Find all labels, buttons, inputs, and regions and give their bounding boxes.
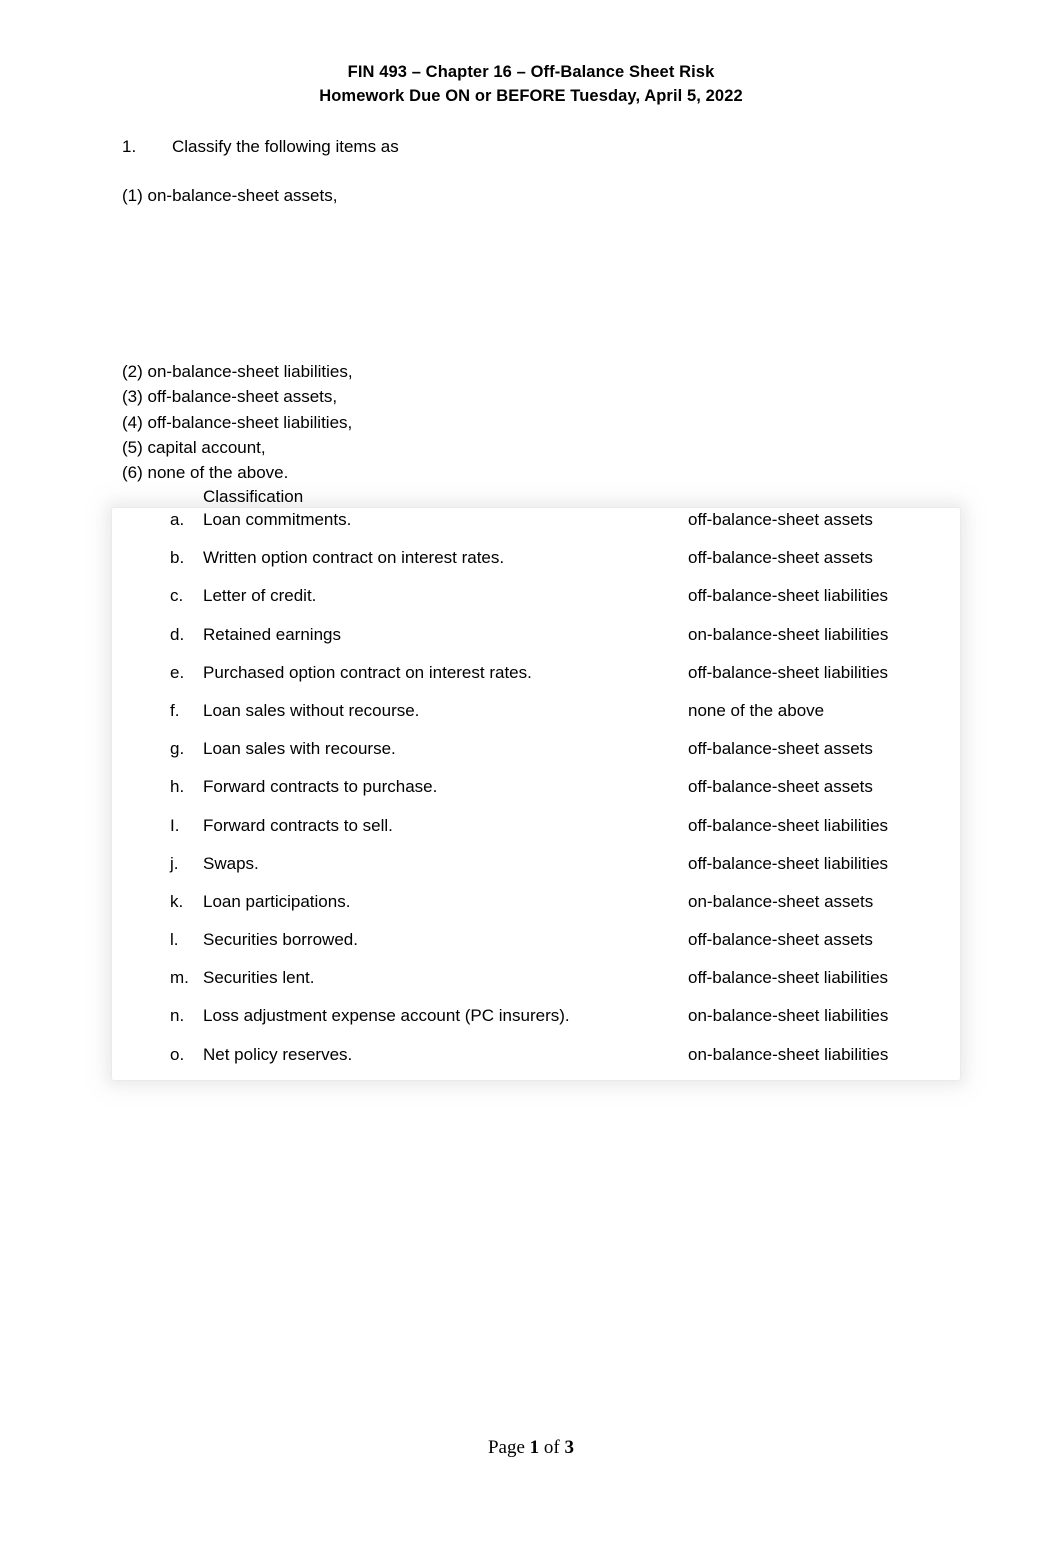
row-classification-answer: off-balance-sheet assets bbox=[688, 930, 873, 950]
row-letter: n. bbox=[170, 1006, 185, 1026]
classification-column-header: Classification bbox=[203, 487, 304, 506]
question-prompt: 1. Classify the following items as bbox=[122, 135, 399, 159]
row-classification-answer: off-balance-sheet assets bbox=[688, 548, 873, 568]
row-letter: l. bbox=[170, 930, 179, 950]
row-letter: d. bbox=[170, 624, 185, 644]
row-letter: k. bbox=[170, 891, 184, 911]
table-row: j. Swaps. off-balance-sheet liabilities bbox=[112, 852, 960, 890]
table-row: m. Securities lent. off-balance-sheet liab… bbox=[112, 966, 960, 1004]
table-row: d. Retained earnings on-balance-sheet liab… bbox=[112, 623, 960, 661]
row-item-text: Written option contract on interest rate… bbox=[203, 548, 505, 568]
row-letter: g. bbox=[170, 739, 185, 759]
row-item-text: Loan commitments. bbox=[203, 510, 352, 529]
table-row: h. Forward contracts to purchase. off-bala… bbox=[112, 775, 960, 813]
row-item-text: Securities borrowed. bbox=[203, 930, 358, 950]
row-classification-answer: off-balance-sheet assets bbox=[688, 510, 873, 529]
row-item-text: Letter of credit. bbox=[203, 586, 317, 606]
question-number: 1. bbox=[122, 137, 137, 156]
row-letter: I. bbox=[170, 815, 180, 835]
document-page: FIN 493 – Chapter 16 – Off-Balance Sheet… bbox=[0, 0, 1062, 1556]
option-list: (2) on-balance-sheet liabilities, (3) of… bbox=[122, 359, 353, 485]
row-classification-answer: on-balance-sheet liabilities bbox=[688, 624, 889, 644]
table-row: I. Forward contracts to sell. off-balance-… bbox=[112, 814, 960, 852]
row-classification-answer: on-balance-sheet liabilities bbox=[688, 1044, 889, 1064]
option-3: (3) off-balance-sheet assets, bbox=[122, 387, 338, 407]
footer-prefix: Page bbox=[487, 1437, 530, 1458]
row-item-text: Retained earnings bbox=[203, 624, 341, 644]
row-item-text: Securities lent. bbox=[203, 968, 315, 988]
row-item-text: Loss adjustment expense account (PC insu… bbox=[203, 1006, 570, 1026]
row-letter: e. bbox=[170, 662, 185, 682]
question-prompt-text: Classify the following items as bbox=[172, 137, 399, 156]
option-5: (5) capital account, bbox=[122, 437, 266, 457]
row-item-text: Loan sales without recourse. bbox=[203, 700, 420, 720]
footer-middle: of bbox=[539, 1437, 565, 1458]
row-classification-answer: off-balance-sheet assets bbox=[688, 777, 873, 797]
row-letter: c. bbox=[170, 586, 184, 606]
classification-table: a. Loan commitments. off-balance-sheet ass… bbox=[112, 508, 960, 1080]
table-row: f. Loan sales without recourse. none of th… bbox=[112, 699, 960, 737]
option-4: (4) off-balance-sheet liabilities, bbox=[122, 412, 353, 432]
row-letter: j. bbox=[170, 853, 179, 873]
row-letter: a. bbox=[170, 510, 185, 529]
option-1: (1) on-balance-sheet assets, bbox=[122, 186, 338, 205]
row-classification-answer: off-balance-sheet liabilities bbox=[688, 968, 889, 988]
document-header: FIN 493 – Chapter 16 – Off-Balance Sheet… bbox=[0, 60, 1062, 108]
header-title-line-1: FIN 493 – Chapter 16 – Off-Balance Sheet… bbox=[347, 63, 715, 81]
row-item-text: Loan participations. bbox=[203, 891, 351, 911]
table-row: b. Written option contract on interest ra… bbox=[112, 546, 960, 584]
row-item-text: Loan sales with recourse. bbox=[203, 739, 396, 759]
table-row: g. Loan sales with recourse. off-balance-s… bbox=[112, 737, 960, 775]
row-classification-answer: off-balance-sheet assets bbox=[688, 739, 873, 759]
footer-page-total: 3 bbox=[564, 1437, 575, 1458]
row-classification-answer: off-balance-sheet liabilities bbox=[688, 586, 889, 606]
row-classification-answer: off-balance-sheet liabilities bbox=[688, 853, 889, 873]
page-footer: Page 1 of 3 bbox=[0, 1436, 1062, 1460]
row-letter: b. bbox=[170, 548, 185, 568]
table-row: c. Letter of credit. off-balance-sheet lia… bbox=[112, 584, 960, 622]
row-letter: h. bbox=[170, 777, 185, 797]
row-classification-answer: on-balance-sheet assets bbox=[688, 891, 874, 911]
row-item-text: Net policy reserves. bbox=[203, 1044, 353, 1064]
table-row: a. Loan commitments. off-balance-sheet ass… bbox=[112, 508, 960, 546]
row-classification-answer: off-balance-sheet liabilities bbox=[688, 815, 889, 835]
table-row: o. Net policy reserves. on-balance-sheet l… bbox=[112, 1043, 960, 1081]
table-row: e. Purchased option contract on interest … bbox=[112, 661, 960, 699]
option-6: (6) none of the above. bbox=[122, 463, 289, 483]
option-2: (2) on-balance-sheet liabilities, bbox=[122, 362, 353, 381]
row-classification-answer: none of the above bbox=[688, 700, 825, 720]
row-letter: m. bbox=[170, 968, 189, 988]
row-letter: f. bbox=[170, 700, 180, 720]
row-item-text: Purchased option contract on interest ra… bbox=[203, 662, 532, 682]
row-item-text: Swaps. bbox=[203, 853, 259, 873]
table-row: l. Securities borrowed. off-balance-sheet … bbox=[112, 928, 960, 966]
footer-page-number: 1 bbox=[529, 1437, 540, 1458]
row-classification-answer: on-balance-sheet liabilities bbox=[688, 1006, 889, 1026]
row-classification-answer: off-balance-sheet liabilities bbox=[688, 662, 889, 682]
table-row: n. Loss adjustment expense account (PC in… bbox=[112, 1004, 960, 1042]
row-item-text: Forward contracts to purchase. bbox=[203, 777, 438, 797]
row-letter: o. bbox=[170, 1044, 185, 1064]
table-row: k. Loan participations. on-balance-sheet a… bbox=[112, 890, 960, 928]
header-title-line-2: Homework Due ON or BEFORE Tuesday, April… bbox=[319, 87, 743, 105]
row-item-text: Forward contracts to sell. bbox=[203, 815, 393, 835]
